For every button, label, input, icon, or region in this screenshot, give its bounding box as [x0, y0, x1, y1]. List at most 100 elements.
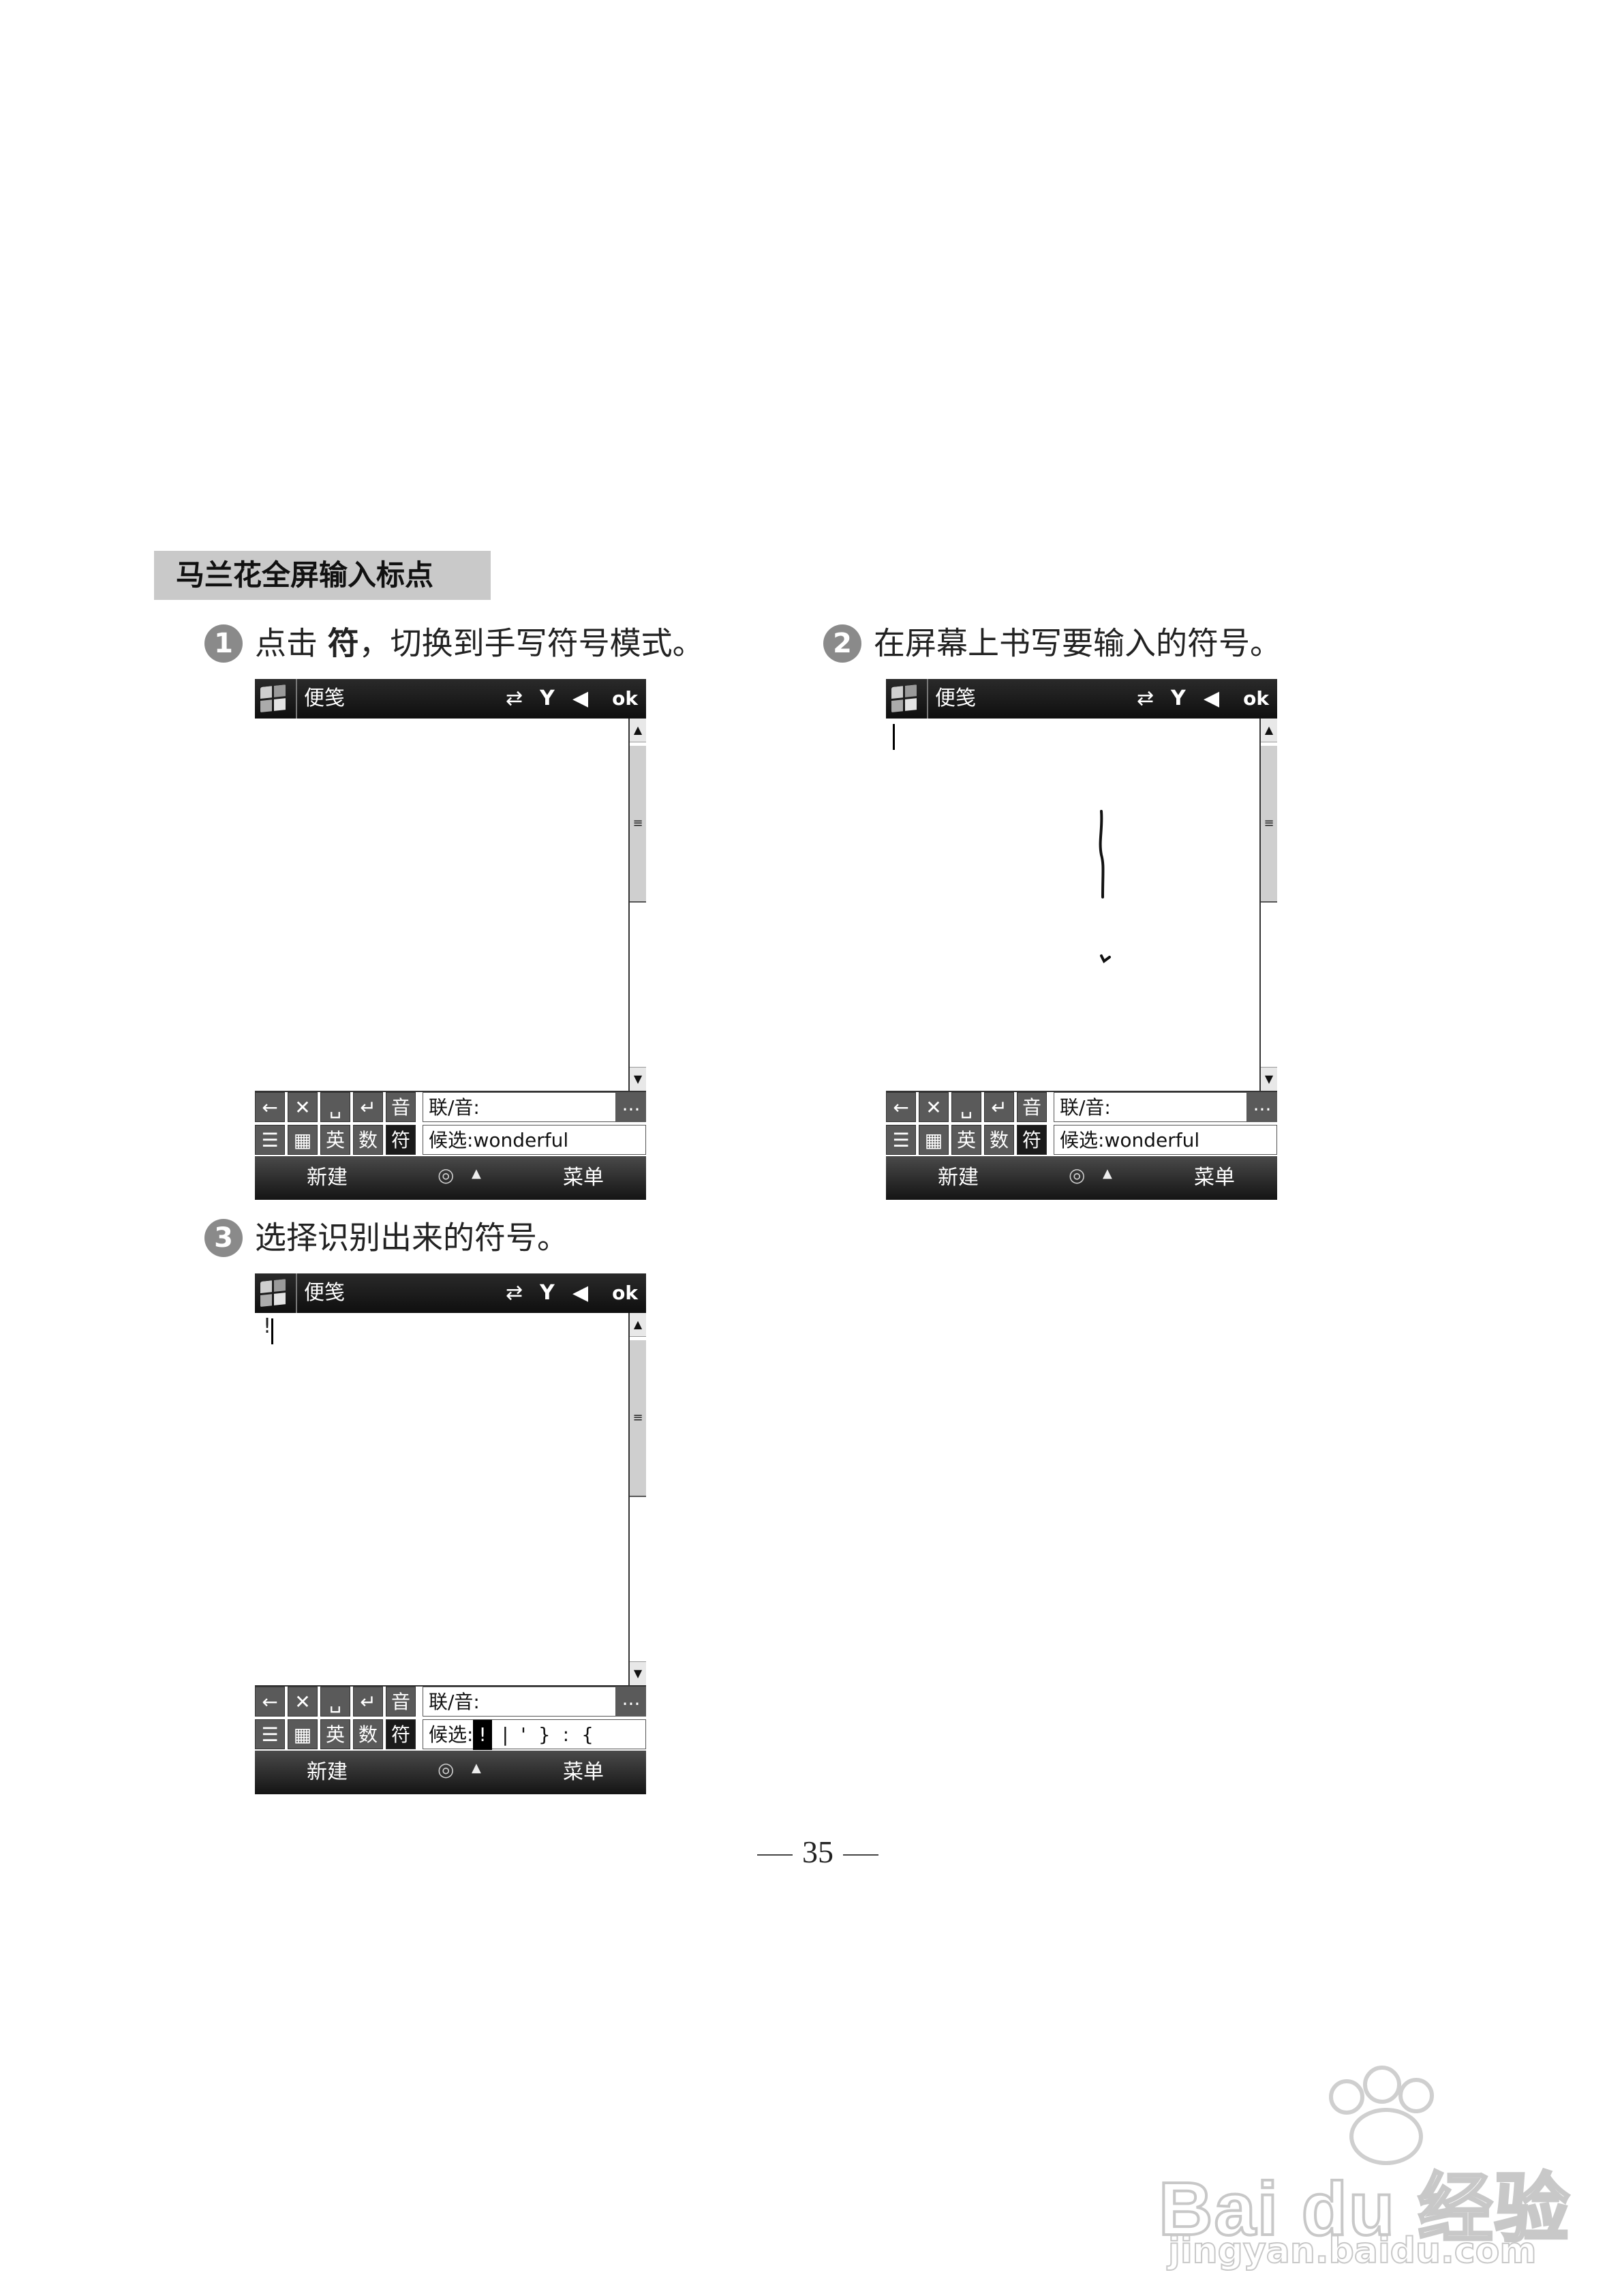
candidate-word[interactable]: wonderful — [1104, 1129, 1199, 1151]
ok-button[interactable]: ok — [612, 1273, 638, 1313]
scrollbar[interactable]: ▲ ≡ ▼ — [628, 1313, 646, 1685]
pinyin-key[interactable]: 音 — [386, 1687, 416, 1717]
new-softkey[interactable]: 新建 — [938, 1156, 979, 1200]
step-text: 在屏幕上书写要输入的符号。 — [874, 624, 1281, 662]
new-softkey[interactable]: 新建 — [307, 1156, 348, 1200]
step-bold-keyword: 符 — [327, 624, 359, 662]
step-text: 选择识别出来的符号。 — [255, 1219, 568, 1256]
menu-softkey[interactable]: 菜单 — [563, 1156, 604, 1200]
input-menu-arrow-icon[interactable]: ▲ — [472, 1751, 481, 1786]
input-method-icon[interactable]: ◎ — [438, 1156, 454, 1194]
pinyin-key[interactable]: 音 — [1017, 1092, 1047, 1122]
candidate-symbol[interactable]: } — [538, 1720, 551, 1750]
number-key[interactable]: 数 — [984, 1125, 1014, 1155]
input-method-icon[interactable]: ◎ — [1069, 1156, 1085, 1194]
english-key[interactable]: 英 — [320, 1125, 350, 1155]
enter-key[interactable]: ↵ — [353, 1687, 383, 1717]
scroll-down-icon[interactable]: ▼ — [630, 1067, 646, 1091]
backspace-key[interactable]: ← — [886, 1092, 916, 1122]
number-key[interactable]: 数 — [353, 1719, 383, 1749]
candidate-label: 候选: — [429, 1129, 474, 1151]
scroll-thumb[interactable]: ≡ — [1261, 746, 1277, 903]
new-softkey[interactable]: 新建 — [307, 1751, 348, 1794]
english-key[interactable]: 英 — [320, 1719, 350, 1749]
candidate-word[interactable]: wonderful — [473, 1129, 568, 1151]
candidate-symbol[interactable]: : — [563, 1720, 569, 1750]
backspace-key[interactable]: ← — [255, 1687, 285, 1717]
candidate-bar[interactable]: 候选:! | '}: { — [423, 1719, 646, 1750]
keyboard-key[interactable]: ▦ — [288, 1125, 318, 1155]
symbol-key[interactable]: 符 — [386, 1719, 416, 1749]
scroll-down-icon[interactable]: ▼ — [1261, 1067, 1277, 1091]
device-screen-2: 便笺 ⇄ Y ◀ ok ▲ ≡ ▼ ← ✕ ␣ ↵ 音 联/音: ... ☰ ▦… — [886, 679, 1277, 1200]
menu-softkey[interactable]: 菜单 — [1194, 1156, 1235, 1200]
enter-key[interactable]: ↵ — [353, 1092, 383, 1122]
list-key[interactable]: ☰ — [255, 1719, 285, 1749]
sync-arrows-icon[interactable]: ⇄ — [1137, 679, 1154, 719]
keyboard-key[interactable]: ▦ — [288, 1719, 318, 1749]
candidate-label: 候选: — [1060, 1129, 1105, 1151]
list-key[interactable]: ☰ — [886, 1125, 916, 1155]
note-content[interactable] — [255, 719, 628, 1091]
input-menu-arrow-icon[interactable]: ▲ — [1103, 1156, 1112, 1192]
lianyin-field[interactable]: 联/音: — [423, 1092, 616, 1122]
candidate-symbol[interactable]: | — [502, 1720, 508, 1750]
scrollbar[interactable]: ▲ ≡ ▼ — [1259, 719, 1277, 1091]
handwritten-exclamation-stroke — [1099, 810, 1111, 964]
scroll-up-icon[interactable]: ▲ — [630, 1313, 646, 1337]
windows-start-icon[interactable] — [260, 684, 286, 713]
more-button[interactable]: ... — [616, 1687, 646, 1717]
candidate-symbol[interactable]: ' — [521, 1720, 526, 1750]
english-key[interactable]: 英 — [951, 1125, 981, 1155]
step-number: 3 — [204, 1218, 243, 1257]
space-key[interactable]: ␣ — [951, 1092, 981, 1122]
scrollbar[interactable]: ▲ ≡ ▼ — [628, 719, 646, 1091]
enter-key[interactable]: ↵ — [984, 1092, 1014, 1122]
note-content[interactable] — [886, 719, 1259, 1091]
candidate-bar[interactable]: 候选:wonderful — [1054, 1125, 1277, 1155]
scroll-thumb[interactable]: ≡ — [630, 1340, 646, 1497]
step-number: 2 — [823, 624, 861, 663]
input-menu-arrow-icon[interactable]: ▲ — [472, 1156, 481, 1192]
pinyin-key[interactable]: 音 — [386, 1092, 416, 1122]
candidate-symbol[interactable]: { — [581, 1720, 594, 1750]
windows-start-icon[interactable] — [891, 684, 917, 713]
space-key[interactable]: ␣ — [320, 1687, 350, 1717]
ok-button[interactable]: ok — [1243, 679, 1269, 719]
sync-arrows-icon[interactable]: ⇄ — [506, 679, 523, 719]
signal-icon[interactable]: Y — [540, 679, 555, 719]
symbol-key[interactable]: 符 — [386, 1125, 416, 1155]
ok-button[interactable]: ok — [612, 679, 638, 719]
note-content[interactable]: ! — [255, 1313, 628, 1685]
scroll-up-icon[interactable]: ▲ — [1261, 719, 1277, 742]
input-method-icon[interactable]: ◎ — [438, 1751, 454, 1789]
device-screen-3: 便笺 ⇄ Y ◀ ok ! ▲ ≡ ▼ ← ✕ ␣ ↵ 音 联/音: ... ☰… — [255, 1273, 646, 1794]
clear-key[interactable]: ✕ — [919, 1092, 949, 1122]
symbol-key[interactable]: 符 — [1017, 1125, 1047, 1155]
lianyin-field[interactable]: 联/音: — [423, 1687, 616, 1717]
signal-icon[interactable]: Y — [540, 1273, 555, 1313]
list-key[interactable]: ☰ — [255, 1125, 285, 1155]
keyboard-key[interactable]: ▦ — [919, 1125, 949, 1155]
scroll-thumb[interactable]: ≡ — [630, 746, 646, 903]
more-button[interactable]: ... — [616, 1092, 646, 1122]
step-text: 点击 符，切换到手写符号模式。 — [255, 624, 704, 662]
space-key[interactable]: ␣ — [320, 1092, 350, 1122]
sync-arrows-icon[interactable]: ⇄ — [506, 1273, 523, 1313]
speaker-icon[interactable]: ◀ — [572, 679, 588, 719]
windows-start-icon[interactable] — [260, 1279, 286, 1308]
more-button[interactable]: ... — [1247, 1092, 1277, 1122]
speaker-icon[interactable]: ◀ — [572, 1273, 588, 1313]
clear-key[interactable]: ✕ — [288, 1687, 318, 1717]
candidate-symbol[interactable]: ! — [473, 1720, 492, 1750]
scroll-up-icon[interactable]: ▲ — [630, 719, 646, 742]
candidate-bar[interactable]: 候选:wonderful — [423, 1125, 646, 1155]
speaker-icon[interactable]: ◀ — [1204, 679, 1219, 719]
signal-icon[interactable]: Y — [1171, 679, 1186, 719]
number-key[interactable]: 数 — [353, 1125, 383, 1155]
lianyin-field[interactable]: 联/音: — [1054, 1092, 1247, 1122]
backspace-key[interactable]: ← — [255, 1092, 285, 1122]
menu-softkey[interactable]: 菜单 — [563, 1751, 604, 1794]
clear-key[interactable]: ✕ — [288, 1092, 318, 1122]
scroll-down-icon[interactable]: ▼ — [630, 1661, 646, 1685]
